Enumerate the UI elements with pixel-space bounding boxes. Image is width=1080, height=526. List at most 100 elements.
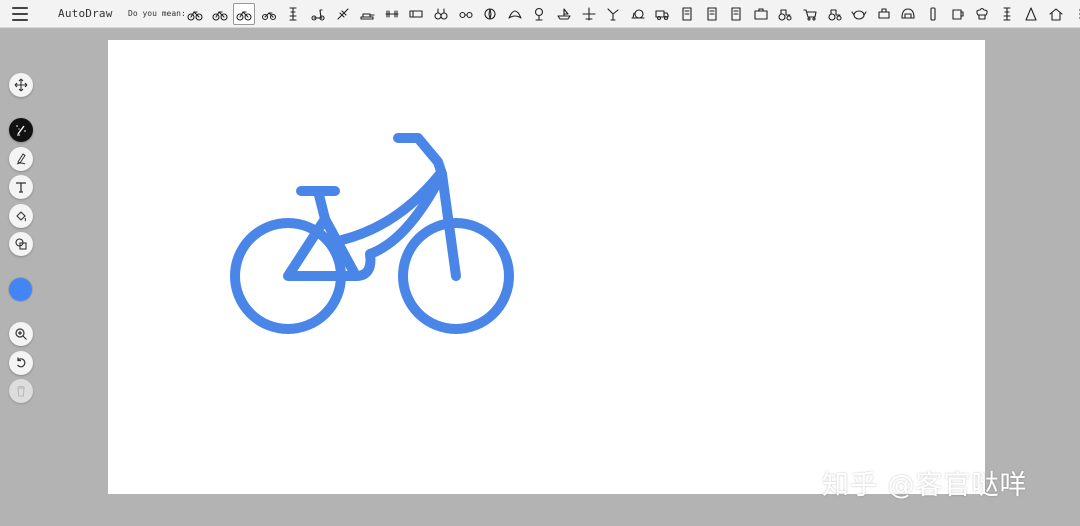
suggestion-dots[interactable] — [1070, 3, 1080, 25]
suggestion-cone[interactable] — [1020, 3, 1042, 25]
house-icon — [1049, 8, 1063, 21]
suggestion-chef-hat[interactable] — [971, 3, 993, 25]
suggestion-tube[interactable] — [405, 3, 427, 25]
helmet-icon — [901, 8, 915, 19]
move-tool-button[interactable] — [9, 73, 33, 97]
suggestion-truck[interactable] — [651, 3, 673, 25]
fan-icon — [508, 10, 522, 19]
mug-icon — [952, 9, 964, 20]
type-tool-button[interactable] — [9, 175, 33, 199]
tractor-icon — [778, 9, 792, 21]
move-icon — [14, 78, 28, 92]
scooter-icon — [311, 9, 325, 21]
suggestion-tractor[interactable] — [824, 3, 846, 25]
suggestion-book[interactable] — [676, 3, 698, 25]
shape-icon — [15, 238, 27, 250]
snail-icon — [631, 9, 645, 19]
suggestion-book[interactable] — [701, 3, 723, 25]
book-icon — [682, 7, 692, 21]
text-icon — [16, 182, 26, 193]
drawing-canvas[interactable]: 知乎 @客官哒咩 — [108, 40, 1027, 501]
dumbbell-icon — [385, 10, 399, 18]
satellite-icon — [337, 8, 349, 20]
suggestion-label: Do you mean: — [128, 9, 186, 18]
suggestion-fan[interactable] — [504, 3, 526, 25]
suggestion-tower[interactable] — [282, 3, 304, 25]
cart-icon — [803, 9, 817, 21]
suggestion-bicycle[interactable] — [184, 3, 206, 25]
autodraw-tool-button[interactable] — [9, 118, 33, 142]
zoom-tool-button[interactable] — [9, 322, 33, 346]
color-picker[interactable] — [9, 278, 32, 301]
truck-icon — [655, 10, 669, 21]
suggestion-boat[interactable] — [553, 3, 575, 25]
lamp-icon — [535, 7, 544, 21]
tower-icon — [1003, 7, 1011, 21]
suggestion-windmill[interactable] — [602, 3, 624, 25]
tower-icon — [289, 7, 297, 21]
draw-tool-button[interactable] — [9, 147, 33, 171]
suitcase-icon — [754, 8, 768, 20]
suggestion-satellite[interactable] — [332, 3, 354, 25]
suggestion-lamp[interactable] — [528, 3, 550, 25]
tube-icon — [409, 10, 423, 18]
menu-icon[interactable] — [12, 7, 28, 21]
suggestion-compass[interactable] — [479, 3, 501, 25]
motorcycle-icon — [261, 12, 276, 21]
fill-icon — [16, 211, 26, 222]
bicycle-icon — [212, 11, 228, 21]
suggestion-bicycle[interactable] — [233, 3, 256, 25]
suggestion-teapot[interactable] — [848, 3, 870, 25]
suggestion-book[interactable] — [725, 3, 747, 25]
suggestion-pot[interactable] — [873, 3, 895, 25]
book-icon — [731, 7, 741, 21]
teapot-icon — [851, 10, 867, 20]
undo-icon — [16, 357, 26, 368]
suggestion-glasses[interactable] — [455, 3, 477, 25]
suggestion-scooter[interactable] — [307, 3, 329, 25]
suggestion-suitcase[interactable] — [750, 3, 772, 25]
windmill-icon — [607, 8, 619, 21]
boat-icon — [557, 8, 571, 20]
delete-button[interactable] — [9, 379, 33, 403]
glasses-icon — [459, 11, 473, 19]
book-icon — [707, 7, 717, 21]
dots-icon — [1079, 8, 1080, 20]
fill-tool-button[interactable] — [9, 204, 33, 228]
bottle-icon — [930, 7, 936, 21]
pot-icon — [878, 8, 890, 19]
suggestion-bottle[interactable] — [922, 3, 944, 25]
bicycle-icon — [187, 11, 203, 21]
chef-hat-icon — [976, 7, 988, 20]
suggestion-dumbbell[interactable] — [381, 3, 403, 25]
watermark-text: 知乎 @客官哒咩 — [822, 470, 1028, 501]
suggestion-tractor[interactable] — [774, 3, 796, 25]
top-toolbar: AutoDraw Do you mean: — [0, 0, 1080, 28]
suggestion-snail[interactable] — [627, 3, 649, 25]
suggestion-house[interactable] — [1045, 3, 1067, 25]
cone-icon — [1025, 7, 1037, 21]
pen-icon — [16, 153, 26, 165]
suggestion-tower[interactable] — [996, 3, 1018, 25]
undo-button[interactable] — [9, 351, 33, 375]
suggestion-helmet[interactable] — [897, 3, 919, 25]
suggestion-tank[interactable] — [356, 3, 378, 25]
trash-icon — [17, 385, 25, 397]
zoom-icon — [15, 328, 27, 340]
suggestion-cart[interactable] — [799, 3, 821, 25]
bicycle-drawing — [230, 133, 514, 334]
tank-icon — [360, 13, 375, 20]
tractor-icon — [828, 9, 842, 21]
suggestion-bicycle[interactable] — [209, 3, 231, 25]
shape-tool-button[interactable] — [9, 232, 33, 256]
bicycle-icon — [236, 11, 252, 21]
autodraw-icon — [16, 125, 26, 136]
binoculars-icon — [434, 8, 448, 20]
app-title: AutoDraw — [58, 7, 113, 20]
compass-icon — [484, 8, 496, 20]
suggestion-binoculars[interactable] — [430, 3, 452, 25]
suggestion-plane[interactable] — [578, 3, 600, 25]
suggestion-motorcycle[interactable] — [258, 3, 280, 25]
suggestion-mug[interactable] — [947, 3, 969, 25]
plane-icon — [582, 7, 596, 21]
